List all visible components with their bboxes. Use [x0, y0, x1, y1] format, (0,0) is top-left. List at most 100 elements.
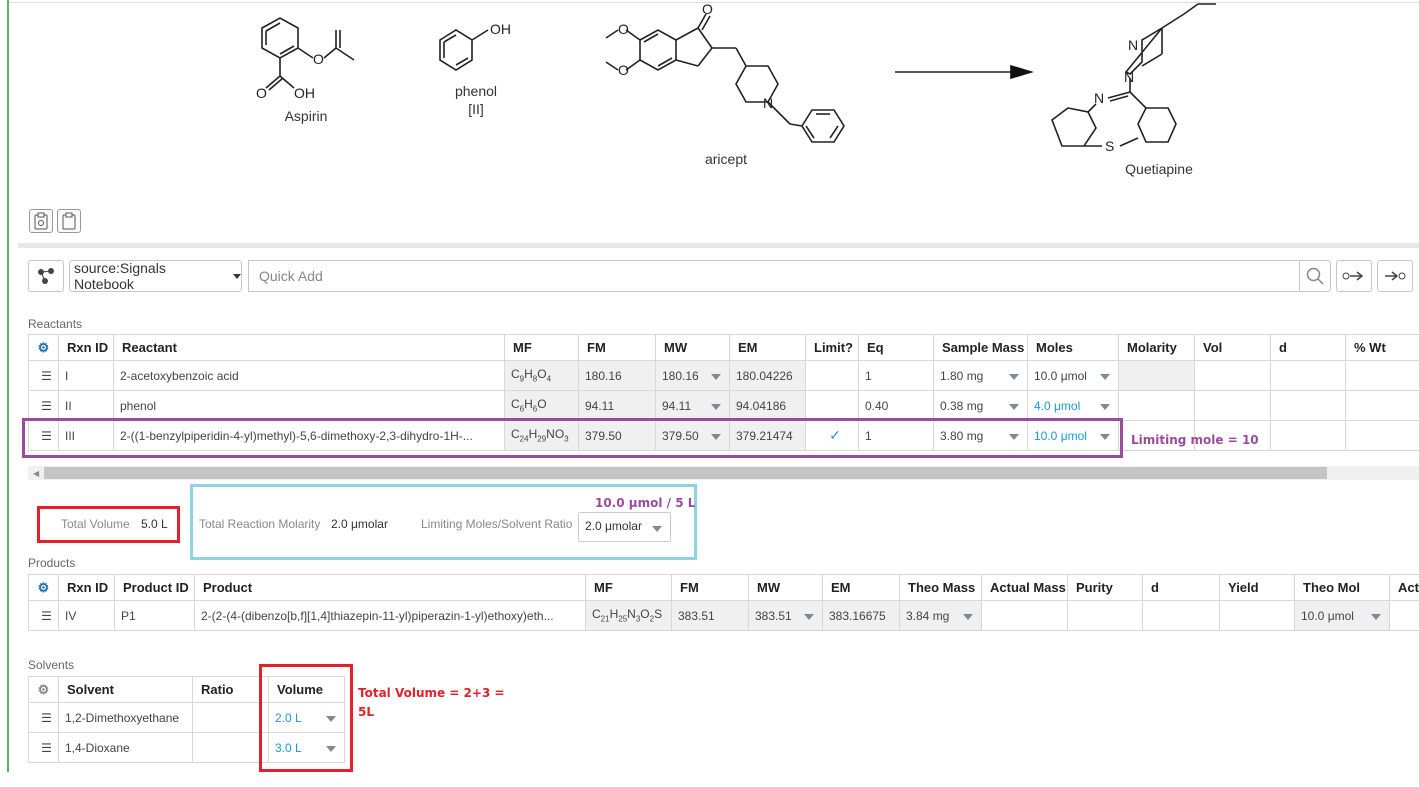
col-header-theo-mol[interactable]: Theo Mol	[1294, 574, 1390, 601]
col-header-em[interactable]: EM	[729, 334, 806, 361]
product-name-cell[interactable]: 2-(2-(4-(dibenzo[b,f][1,4]thiazepin-11-y…	[194, 600, 586, 631]
molecule-tools-button[interactable]	[28, 260, 64, 292]
product-id-cell[interactable]: P1	[114, 600, 195, 631]
actual-mol-cell[interactable]	[1389, 600, 1419, 631]
eq-cell[interactable]: 0.40	[858, 390, 934, 421]
add-to-reactants-button[interactable]	[1336, 260, 1372, 292]
col-header-actual-mol[interactable]: Actu	[1389, 574, 1419, 601]
add-to-products-button[interactable]	[1377, 260, 1413, 292]
limit-cell[interactable]	[805, 360, 859, 391]
drag-handle-icon[interactable]: ☰	[28, 390, 59, 421]
mw-cell[interactable]: 180.16	[655, 360, 730, 391]
col-header-yield[interactable]: Yield	[1219, 574, 1295, 601]
col-header-pct-wt[interactable]: % Wt	[1345, 334, 1419, 361]
col-header-mw[interactable]: MW	[748, 574, 823, 601]
molarity-cell[interactable]	[1118, 360, 1195, 391]
dropdown-caret-icon[interactable]	[1009, 373, 1019, 380]
search-button[interactable]	[1299, 260, 1331, 292]
dropdown-caret-icon[interactable]	[1100, 373, 1110, 380]
col-header-molarity[interactable]: Molarity	[1118, 334, 1195, 361]
dropdown-caret-icon[interactable]	[711, 373, 721, 380]
ratio-cell[interactable]	[192, 702, 269, 733]
col-header-solvent[interactable]: Solvent	[58, 676, 193, 703]
sample-mass-cell[interactable]: 1.80 mg	[933, 360, 1028, 391]
theo-mass-cell[interactable]: 3.84 mg	[899, 600, 982, 631]
purity-cell[interactable]	[1067, 600, 1143, 631]
drag-handle-icon[interactable]: ☰	[28, 600, 59, 631]
pct-wt-cell[interactable]	[1345, 420, 1419, 451]
dropdown-caret-icon[interactable]	[1009, 403, 1019, 410]
moles-cell[interactable]: 4.0 μmol	[1027, 390, 1119, 421]
col-header-vol[interactable]: Vol	[1194, 334, 1271, 361]
solvent-name-cell[interactable]: 1,4-Dioxane	[58, 732, 193, 763]
dropdown-caret-icon[interactable]	[711, 403, 721, 410]
table-row[interactable]: ☰ II phenol C6H6O 94.11 94.11 94.04186 0…	[28, 390, 1419, 421]
quick-add-input[interactable]	[248, 260, 1300, 292]
dropdown-caret-icon[interactable]	[652, 526, 662, 532]
drag-handle-icon[interactable]: ☰	[28, 702, 59, 733]
col-header-reactant[interactable]: Reactant	[113, 334, 505, 361]
col-header-limit[interactable]: Limit?	[805, 334, 859, 361]
pct-wt-cell[interactable]	[1345, 390, 1419, 421]
theo-mol-cell[interactable]: 10.0 μmol	[1294, 600, 1390, 631]
col-header-rxn-id[interactable]: Rxn ID	[58, 574, 115, 601]
solvent-name-cell[interactable]: 1,2-Dimethoxyethane	[58, 702, 193, 733]
actual-mass-cell[interactable]	[981, 600, 1068, 631]
col-header-purity[interactable]: Purity	[1067, 574, 1143, 601]
col-header-mf[interactable]: MF	[585, 574, 672, 601]
limit-cell[interactable]	[805, 390, 859, 421]
col-header-actual-mass[interactable]: Actual Mass	[981, 574, 1068, 601]
table-row[interactable]: ☰ IV P1 2-(2-(4-(dibenzo[b,f][1,4]thiaze…	[28, 600, 1419, 631]
clipboard-button[interactable]	[57, 209, 81, 233]
eq-cell[interactable]: 1	[858, 360, 934, 391]
mw-cell[interactable]: 94.11	[655, 390, 730, 421]
col-header-d[interactable]: d	[1270, 334, 1346, 361]
dropdown-caret-icon[interactable]	[804, 613, 814, 620]
col-header-moles[interactable]: Moles	[1027, 334, 1119, 361]
dropdown-caret-icon[interactable]	[1371, 613, 1381, 620]
limiting-ratio-select[interactable]: 2.0 μmolar	[578, 512, 671, 542]
col-header-sample-mass[interactable]: Sample Mass	[933, 334, 1028, 361]
horizontal-scrollbar-thumb[interactable]	[44, 467, 1327, 479]
col-header-mf[interactable]: MF	[504, 334, 579, 361]
scroll-left-icon[interactable]: ◀	[33, 469, 39, 478]
solvents-settings-button[interactable]: ⚙	[28, 676, 59, 703]
col-header-theo-mass[interactable]: Theo Mass	[899, 574, 982, 601]
reactants-settings-button[interactable]: ⚙	[28, 334, 59, 361]
aricept-structure[interactable]: O N O O	[600, 0, 850, 150]
col-header-em[interactable]: EM	[822, 574, 900, 601]
moles-cell[interactable]: 10.0 μmol	[1027, 360, 1119, 391]
d-cell[interactable]	[1270, 360, 1346, 391]
molarity-cell[interactable]	[1118, 390, 1195, 421]
col-header-fm[interactable]: FM	[671, 574, 749, 601]
vol-cell[interactable]	[1194, 360, 1271, 391]
aspirin-structure[interactable]: O OH O	[250, 0, 370, 105]
d-cell[interactable]	[1270, 390, 1346, 421]
products-settings-button[interactable]: ⚙	[28, 574, 59, 601]
drag-handle-icon[interactable]: ☰	[28, 732, 59, 763]
col-header-fm[interactable]: FM	[578, 334, 656, 361]
drag-handle-icon[interactable]: ☰	[28, 360, 59, 391]
mw-cell[interactable]: 383.51	[748, 600, 823, 631]
pct-wt-cell[interactable]	[1345, 360, 1419, 391]
sample-mass-cell[interactable]: 0.38 mg	[933, 390, 1028, 421]
col-header-d[interactable]: d	[1142, 574, 1220, 601]
dropdown-caret-icon[interactable]	[963, 613, 973, 620]
col-header-mw[interactable]: MW	[655, 334, 730, 361]
dropdown-caret-icon[interactable]	[1100, 403, 1110, 410]
col-header-ratio[interactable]: Ratio	[192, 676, 269, 703]
ratio-cell[interactable]	[192, 732, 269, 763]
col-header-rxn-id[interactable]: Rxn ID	[58, 334, 114, 361]
col-header-eq[interactable]: Eq	[858, 334, 934, 361]
phenol-structure[interactable]: OH	[436, 18, 526, 78]
reactant-name-cell[interactable]: phenol	[113, 390, 505, 421]
reactant-name-cell[interactable]: 2-acetoxybenzoic acid	[113, 360, 505, 391]
d-cell[interactable]	[1270, 420, 1346, 451]
col-header-product-id[interactable]: Product ID	[114, 574, 195, 601]
table-row[interactable]: ☰ I 2-acetoxybenzoic acid C9H8O4 180.16 …	[28, 360, 1419, 391]
clipboard-settings-button[interactable]	[29, 209, 53, 233]
vol-cell[interactable]	[1194, 390, 1271, 421]
col-header-product[interactable]: Product	[194, 574, 586, 601]
yield-cell[interactable]	[1219, 600, 1295, 631]
d-cell[interactable]	[1142, 600, 1220, 631]
